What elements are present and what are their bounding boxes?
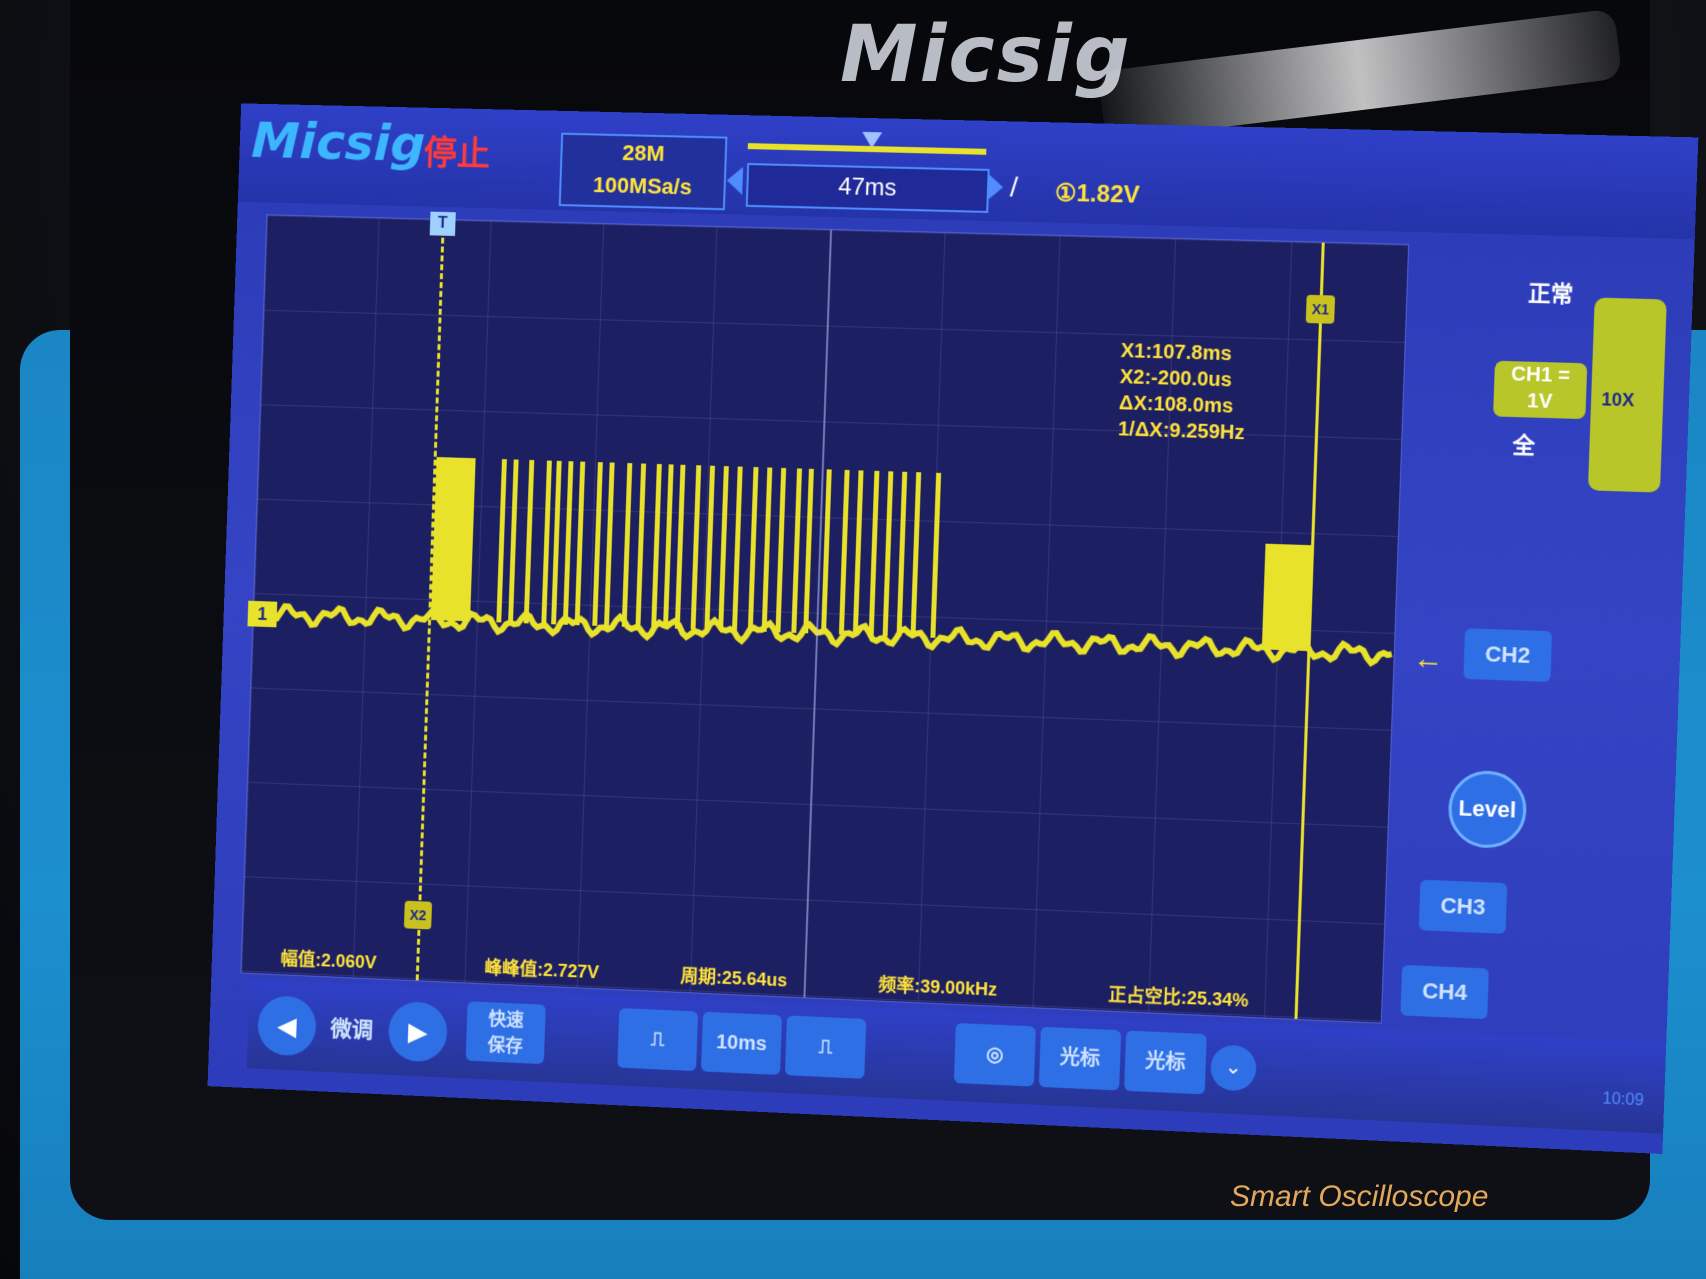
probe-ratio: 10X	[1601, 389, 1635, 411]
ch1-pulse	[776, 468, 787, 632]
horizontal-position[interactable]: 47ms	[746, 163, 990, 213]
rising-edge-icon[interactable]: /	[1009, 171, 1050, 208]
ch1-pulse	[762, 467, 773, 631]
cursor-x2-tag[interactable]: X2	[404, 901, 432, 930]
chevron-down-icon[interactable]: ⌄	[1210, 1044, 1257, 1091]
probe-settings[interactable]: 10X	[1588, 298, 1667, 493]
ch1-label: CH1 =	[1494, 361, 1587, 390]
timebase-value[interactable]: 10ms	[701, 1012, 782, 1075]
acquisition-info[interactable]: 28M 100MSa/s	[559, 133, 728, 211]
ch1-pulse	[930, 473, 941, 638]
left-arrow-icon[interactable]: ◀	[257, 995, 317, 1057]
ch1-pulse	[883, 471, 894, 636]
ch1-pulse	[651, 464, 662, 628]
measurement-peak-to-peak[interactable]: 峰峰值:2.727V	[484, 954, 599, 985]
ch1-pulse	[663, 464, 674, 628]
horizontal-left-arrow-icon[interactable]	[726, 167, 743, 195]
ch1-offset-marker[interactable]: 1	[247, 601, 277, 628]
ch1-pulse	[675, 465, 686, 629]
measure-icon[interactable]: ◎	[954, 1023, 1036, 1087]
ch4-button[interactable]: CH4	[1400, 965, 1489, 1019]
ch2-button[interactable]: CH2	[1463, 628, 1552, 682]
ch1-pulse	[839, 470, 850, 635]
bezel-model-label: Smart Oscilloscope	[1230, 1180, 1530, 1214]
fine-tune-label[interactable]: 微调	[330, 1011, 374, 1044]
trigger-tag[interactable]: T	[430, 212, 456, 236]
cursor-readout: X1:107.8ms X2:-200.0us ΔX:108.0ms 1/ΔX:9…	[1118, 338, 1248, 446]
ch1-pulse	[803, 469, 814, 634]
ch1-pulse	[604, 462, 615, 626]
vertical-cursor-button[interactable]: 光标	[1124, 1031, 1207, 1095]
bandwidth-limit[interactable]: 全	[1512, 427, 1536, 460]
ch1-pulse	[551, 461, 562, 625]
ch1-pulse	[791, 468, 802, 633]
screen-logo: Micsig	[251, 112, 427, 173]
ch3-button[interactable]: CH3	[1419, 880, 1508, 934]
clock: 10:09	[1602, 1090, 1644, 1110]
ch1-pulse	[575, 462, 586, 626]
quick-save-button[interactable]: 快速 保存	[466, 1001, 546, 1064]
horizontal-cursor-button[interactable]: 光标	[1039, 1027, 1121, 1091]
ch1-pulse	[853, 470, 864, 635]
measurement-frequency[interactable]: 频率:39.00kHz	[878, 971, 998, 1002]
ch1-pulse	[732, 467, 743, 631]
cursor-x1-value: X1:107.8ms	[1120, 338, 1248, 368]
measurement-amplitude[interactable]: 幅值:2.060V	[280, 945, 377, 975]
ch1-pulse	[563, 461, 574, 625]
oscilloscope-screen: Micsig 停止 28M 100MSa/s 47ms / ①1.82V T X…	[208, 103, 1699, 1154]
waveform-grid[interactable]: T X1 X2 1 X1:107.8ms X2:-200.0us ΔX:108.…	[240, 214, 1409, 1023]
ch1-pulse	[897, 472, 908, 637]
horizontal-right-arrow-icon[interactable]	[987, 173, 1004, 201]
trigger-level[interactable]: ①1.82V	[1054, 179, 1140, 210]
trigger-position-marker	[862, 132, 882, 148]
ch1-pulse	[622, 463, 633, 627]
zoom-in-pulse-icon[interactable]: ⎍	[785, 1015, 866, 1078]
ch1-pulse	[541, 460, 552, 624]
ch1-settings[interactable]: CH1 = 1V	[1493, 361, 1587, 419]
ch1-pulse	[1262, 544, 1311, 651]
cursor-x2-value: X2:-200.0us	[1119, 364, 1247, 394]
trigger-mode[interactable]: 正常	[1528, 275, 1574, 309]
sample-rate: 100MSa/s	[561, 167, 724, 204]
cursor-x1-tag[interactable]: X1	[1306, 295, 1335, 324]
memory-depth: 28M	[562, 135, 725, 172]
cursor-delta-value: ΔX:108.0ms	[1118, 390, 1245, 420]
ch1-pulse	[869, 471, 880, 636]
ch1-scale: 1V	[1493, 387, 1586, 416]
dc-coupling-icon: =	[1558, 365, 1571, 388]
ch1-pulse	[592, 462, 603, 626]
ch1-pulse	[431, 457, 476, 621]
ch1-pulse	[524, 460, 535, 623]
trigger-level-arrow-icon: ←	[1412, 642, 1444, 677]
right-arrow-icon[interactable]: ▶	[388, 1001, 448, 1063]
ch1-pulse	[496, 459, 507, 622]
ch1-pulse	[718, 466, 729, 630]
run-stop-status[interactable]: 停止	[423, 125, 491, 175]
measurement-period[interactable]: 周期:25.64us	[680, 962, 788, 992]
ch1-pulse	[704, 466, 715, 630]
bezel-brand-logo: Micsig	[840, 10, 1140, 100]
ch1-pulse	[748, 467, 759, 631]
channel-panel: 正常 10X CH1 = 1V 全 ← CH2 Level CH3 CH4	[1390, 242, 1684, 1042]
ch1-pulse	[508, 459, 519, 622]
cursor-frequency-value: 1/ΔX:9.259Hz	[1118, 416, 1245, 446]
zoom-out-pulse-icon[interactable]: ⎍	[617, 1008, 698, 1071]
ch1-pulse	[635, 463, 646, 627]
trigger-level-button[interactable]: Level	[1447, 769, 1527, 849]
ch1-pulse	[691, 465, 702, 629]
ch1-pulse	[910, 472, 921, 637]
